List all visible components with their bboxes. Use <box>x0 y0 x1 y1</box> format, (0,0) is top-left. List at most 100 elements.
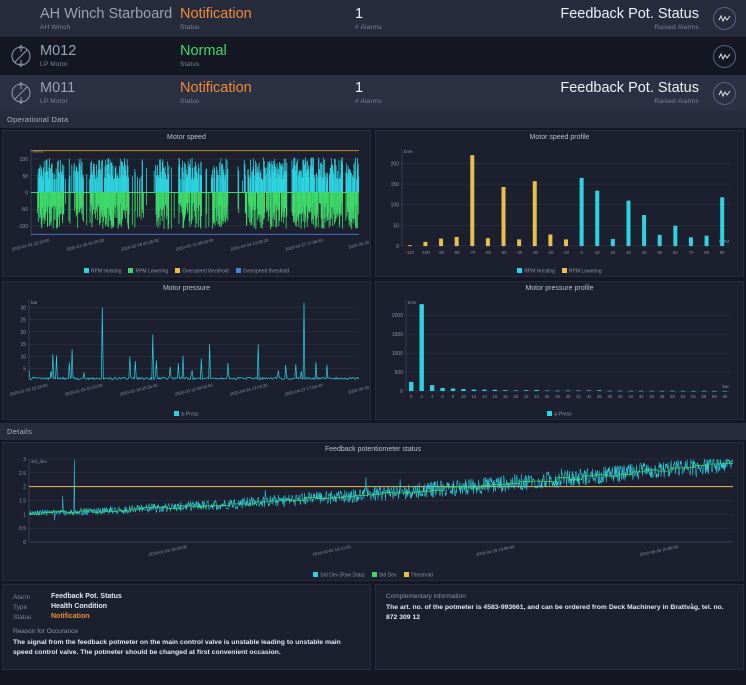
svg-text:50: 50 <box>393 223 399 229</box>
legend-label: p-Press <box>554 411 571 417</box>
chart-motor-speed[interactable]: Motor speed 100500-50-100RPM2020-01-02 2… <box>2 130 371 277</box>
asset-status-value: Notification <box>180 6 355 22</box>
legend-label: Std Dev <box>379 572 397 578</box>
details-panel-wrap: Feedback potentiometer status 32.521.510… <box>0 440 746 581</box>
chart-feedback-pot-status[interactable]: Feedback potentiometer status 32.521.510… <box>2 442 744 581</box>
legend-label: RPM Lowering <box>569 268 602 274</box>
svg-text:-60: -60 <box>485 250 492 255</box>
svg-text:10: 10 <box>461 394 466 399</box>
motor-pressure-plot: 30252015105bar2020-01-02 22:20:002020-01… <box>3 282 369 419</box>
svg-text:2020-04-04 13:33:20: 2020-04-04 13:33:20 <box>230 237 270 251</box>
asset-row[interactable]: AH Winch Starboard AH Winch Notification… <box>0 0 746 37</box>
svg-text:2020-03-12 09:00:00: 2020-03-12 09:00:00 <box>175 237 215 251</box>
asset-row[interactable]: M012 LP Motor Normal Status <box>0 37 746 74</box>
svg-text:2020-02-18 05:26:40: 2020-02-18 05:26:40 <box>120 237 160 251</box>
motor-speed-profile-plot: 050100150200timeRPM-110-100-90-80-70-60-… <box>376 131 742 276</box>
svg-text:30: 30 <box>626 250 631 255</box>
svg-text:2020-04-04 13:33:20: 2020-04-04 13:33:20 <box>229 382 269 396</box>
svg-text:30: 30 <box>566 394 571 399</box>
alarm-label: Alarm <box>13 593 51 601</box>
svg-text:500: 500 <box>395 370 404 376</box>
asset-alarm-count: 1 # Alarms <box>355 80 533 106</box>
legend-item: Std Dev (Raw Data) <box>313 572 364 579</box>
svg-text:std_dev: std_dev <box>31 459 48 464</box>
chart-motor-speed-profile[interactable]: Motor speed profile 050100150200timeRPM-… <box>375 130 744 277</box>
motor-pressure-profile-plot: 0500100015002000timebar02468101214161820… <box>376 282 742 419</box>
svg-text:20: 20 <box>20 330 26 336</box>
svg-text:2020-02-18 05:26:40: 2020-02-18 05:26:40 <box>119 382 159 396</box>
svg-text:36: 36 <box>597 394 602 399</box>
svg-text:2020-04-27 17:06:40: 2020-04-27 17:06:40 <box>284 237 324 251</box>
legend-label: Overspeed threshold <box>182 268 228 274</box>
status-field: Status Notification <box>13 613 360 621</box>
svg-text:-110: -110 <box>406 250 415 255</box>
complementary-info-card: Complementary information The art. no. o… <box>375 584 744 670</box>
svg-text:-20: -20 <box>547 250 554 255</box>
alarm-detail-card: Alarm Feedback Pot. Status Type Health C… <box>2 584 371 670</box>
svg-text:200: 200 <box>391 161 400 167</box>
svg-text:44: 44 <box>639 394 644 399</box>
complementary-info-label: Complementary information <box>386 593 733 600</box>
motor-icon <box>8 80 34 106</box>
svg-text:RPM: RPM <box>33 149 43 154</box>
chart-motor-pressure-profile[interactable]: Motor pressure profile 0500100015002000t… <box>375 281 744 420</box>
svg-text:time: time <box>404 149 413 154</box>
motor-icon <box>8 43 34 69</box>
asset-type: AH Winch <box>40 23 180 32</box>
asset-alarm-count: 1 # Alarms <box>355 6 533 32</box>
asset-status-label: Status <box>180 23 355 32</box>
svg-text:2.5: 2.5 <box>19 471 26 477</box>
legend-item: RPM Lowering <box>128 268 168 275</box>
chart-motor-pressure[interactable]: Motor pressure 30252015105bar2020-01-02 … <box>2 281 371 420</box>
asset-row[interactable]: M011 LP Motor Notification Status 1 # Al… <box>0 74 746 111</box>
svg-text:60: 60 <box>673 250 678 255</box>
svg-text:-40: -40 <box>516 250 523 255</box>
asset-alarm-count <box>355 56 533 57</box>
legend-label: Threshold <box>411 572 433 578</box>
svg-text:2: 2 <box>23 485 26 491</box>
svg-text:20: 20 <box>611 250 616 255</box>
svg-text:-30: -30 <box>532 250 539 255</box>
motor-speed-plot: 100500-50-100RPM2020-01-02 22:20:002020-… <box>3 131 369 276</box>
svg-text:3: 3 <box>23 457 26 463</box>
svg-text:0: 0 <box>396 244 399 250</box>
svg-text:1000: 1000 <box>392 351 403 357</box>
svg-text:-10: -10 <box>563 250 570 255</box>
open-chart-button[interactable] <box>713 45 736 68</box>
svg-text:28: 28 <box>555 394 560 399</box>
asset-raised-alarm-label: Raised Alarms <box>533 97 699 106</box>
asset-name: AH Winch Starboard <box>40 6 180 22</box>
svg-text:2018-03-02 15:13:20: 2018-03-02 15:13:20 <box>312 544 352 557</box>
legend-label: RPM Lowering <box>135 268 168 274</box>
detail-cards: Alarm Feedback Pot. Status Type Health C… <box>0 581 746 674</box>
svg-text:10: 10 <box>20 354 26 360</box>
svg-text:80: 80 <box>704 250 709 255</box>
open-chart-button[interactable] <box>713 7 736 30</box>
svg-text:50: 50 <box>670 394 675 399</box>
svg-text:10: 10 <box>595 250 600 255</box>
legend-label: RPM Hoisting <box>91 268 122 274</box>
svg-text:24: 24 <box>534 394 539 399</box>
svg-text:-70: -70 <box>469 250 476 255</box>
svg-text:14: 14 <box>482 394 487 399</box>
svg-text:0: 0 <box>410 394 413 399</box>
svg-text:2018-01-03 18:20:00: 2018-01-03 18:20:00 <box>148 544 188 557</box>
svg-text:16: 16 <box>493 394 498 399</box>
asset-status: Normal Status <box>180 43 355 69</box>
complementary-info-text: The art. no. of the potmeter is 4583-993… <box>386 603 733 623</box>
svg-text:2018-04-29 13:06:40: 2018-04-29 13:06:40 <box>476 544 516 557</box>
svg-text:-100: -100 <box>421 250 430 255</box>
chart-legend: Std Dev (Raw Data) Std Dev Threshold <box>3 572 743 579</box>
svg-text:70: 70 <box>689 250 694 255</box>
asset-type: LP Motor <box>40 60 180 69</box>
alarm-field: Alarm Feedback Pot. Status <box>13 593 360 601</box>
svg-text:46: 46 <box>649 394 654 399</box>
svg-text:60: 60 <box>722 394 727 399</box>
svg-text:40: 40 <box>642 250 647 255</box>
svg-text:18: 18 <box>503 394 508 399</box>
open-chart-button[interactable] <box>713 82 736 105</box>
svg-text:50: 50 <box>22 174 28 180</box>
type-label: Type <box>13 603 51 611</box>
chart-legend: RPM Hoisting RPM Lowering Overspeed thre… <box>3 268 370 275</box>
asset-raised-alarms <box>533 56 713 57</box>
